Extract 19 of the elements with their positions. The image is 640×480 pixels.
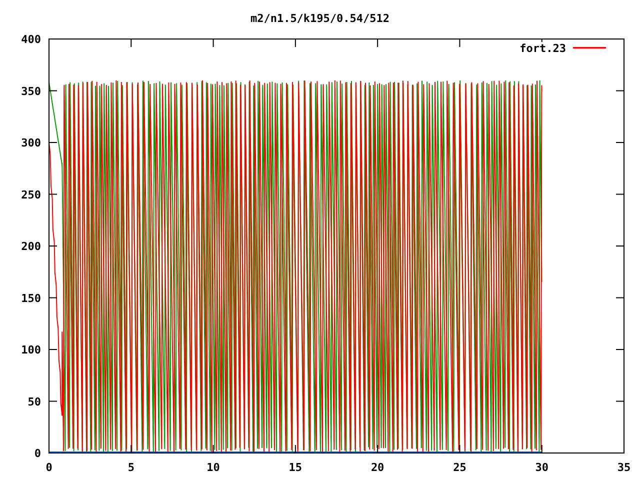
axis-label: 0 [34, 447, 41, 460]
legend-label: fort.23 [520, 42, 566, 55]
axis-label: 30 [535, 461, 548, 474]
axis-label: 400 [21, 33, 41, 46]
axis-label: 25 [453, 461, 466, 474]
axis-label: 150 [21, 292, 41, 305]
axis-label: 0 [46, 461, 52, 474]
axis-label: 300 [21, 136, 41, 150]
chart-title: m2/n1.5/k195/0.54/512 [250, 12, 390, 25]
axis-label: 50 [28, 395, 41, 408]
axis-label: 100 [21, 344, 41, 356]
axis-label: 20 [370, 461, 384, 474]
axis-label: 200 [21, 240, 41, 253]
axis-label: 15 [288, 461, 302, 474]
axis-label: 10 [206, 461, 220, 474]
axis-label: 350 [21, 84, 41, 98]
axis-label: 35 [617, 461, 631, 474]
axis-label: 5 [128, 461, 134, 474]
axis-label: 250 [21, 188, 41, 202]
